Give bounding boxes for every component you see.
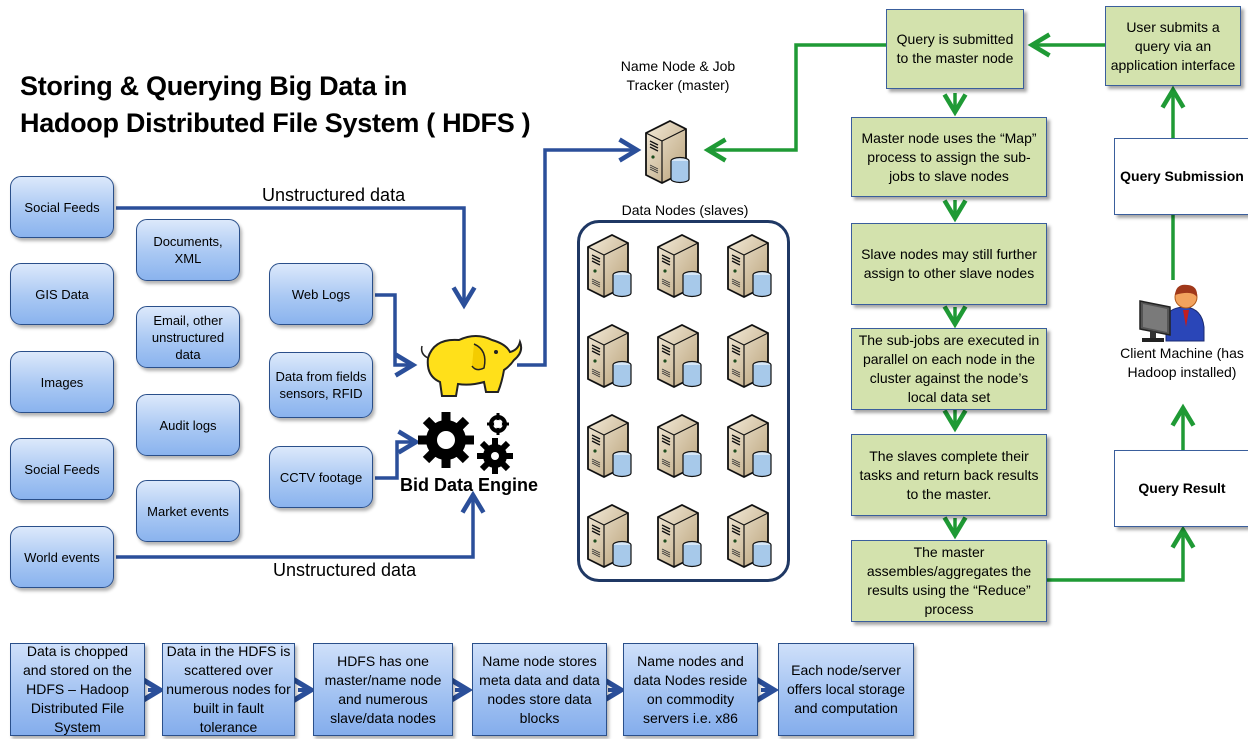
source-box: Data from fields sensors, RFID [269,352,373,418]
source-label: Email, other unstructured data [151,312,225,362]
arrow-cctv-to-engine [375,429,421,480]
data-node-server-icon [584,321,644,391]
name-node-label: Name Node & Job Tracker (master) [620,58,736,93]
data-node-server-icon [654,231,714,301]
unstructured-data-label: Unstructured data [262,185,406,205]
data-node-server-icon [724,501,784,571]
hdfs-step: HDFS has one master/name node and numero… [313,643,453,736]
data-nodes-label: Data Nodes (slaves) [621,202,749,218]
user-submits-box: User submits a query via an application … [1105,6,1241,86]
unstructured-data-label: Unstructured data [273,560,417,580]
source-label: Data from fields sensors, RFID [275,369,367,401]
source-box: CCTV footage [269,446,373,508]
flow-step: Slave nodes may still further assign to … [851,223,1047,305]
data-node-server-icon [584,501,644,571]
client-machine-label: Client Machine (has Hadoop installed) [1120,345,1244,380]
source-box: Social Feeds [10,176,114,238]
hdfs-step: Name nodes and data Nodes reside on comm… [623,643,758,736]
flow-step: The slaves complete their tasks and retu… [851,434,1047,516]
source-label: World events [24,549,100,565]
data-node-server-icon [654,411,714,481]
hdfs-step: Name node stores meta data and data node… [472,643,607,736]
arrow-web-logs-to-hadoop [375,293,418,378]
data-node-server-icon [724,321,784,391]
flow-step: Query is submitted to the master node [886,9,1024,89]
data-node-server-icon [654,321,714,391]
data-node-server-icon [724,411,784,481]
data-node-server-icon [584,231,644,301]
arrow-reduce-to-result [1047,525,1196,582]
data-nodes-cluster [577,220,790,582]
query-result-box: Query Result [1114,450,1248,527]
source-label: Audit logs [159,417,217,433]
user-at-computer-icon [1139,284,1205,342]
hadoop-elephant-icon [420,335,523,397]
hdfs-step: Data in the HDFS is scattered over numer… [162,643,295,736]
source-box: GIS Data [10,263,114,325]
source-box: Web Logs [269,263,373,325]
source-label: GIS Data [35,286,89,302]
source-label: Social Feeds [24,461,100,477]
source-box: Audit logs [136,394,240,456]
source-box: Images [10,351,114,413]
flow-step: Master node uses the “Map” process to as… [851,117,1047,197]
flow-step: The sub-jobs are executed in parallel on… [851,328,1047,410]
server-with-database-icon [642,117,702,187]
data-node-server-icon [584,411,644,481]
data-node-server-icon [654,501,714,571]
source-label: Images [40,374,84,390]
hdfs-step: Data is chopped and stored on the HDFS –… [10,643,145,736]
source-box: Email, other unstructured data [136,306,240,368]
source-label: Documents, XML [153,234,223,266]
source-box: Documents, XML [136,219,240,281]
source-label: Web Logs [291,286,351,302]
query-submission-box: Query Submission [1114,138,1248,215]
hdfs-step: Each node/server offers local storage an… [778,643,914,736]
title-line-1: Storing & Querying Big Data in [20,71,408,101]
big-data-engine-label: Bid Data Engine [400,475,539,495]
flow-step: The master assembles/aggregates the resu… [851,540,1047,622]
source-box: Social Feeds [10,438,114,500]
source-label: Social Feeds [24,199,100,215]
page-title: Storing & Querying Big Data in Hadoop Di… [20,68,531,142]
source-box: Market events [136,480,240,542]
source-box: World events [10,526,114,588]
title-line-2: Hadoop Distributed File System ( HDFS ) [20,108,531,138]
source-label: Market events [147,503,229,519]
data-node-server-icon [724,231,784,301]
source-label: CCTV footage [279,469,363,485]
gears-icon [418,412,513,474]
